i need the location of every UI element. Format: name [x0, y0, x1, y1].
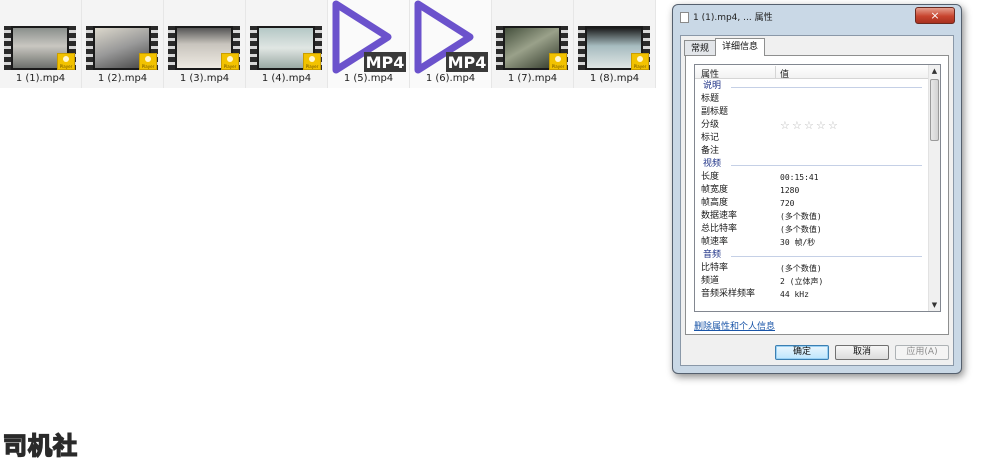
property-grid[interactable]: 属性 值 说明 标题 副标题 分级 ☆ ☆ ☆ ☆ ☆ 标记 备注 视频 长度 … [694, 64, 941, 312]
tab-general[interactable]: 常规 [684, 40, 717, 56]
rating-stars[interactable]: ☆ ☆ ☆ ☆ ☆ [780, 120, 839, 131]
star-icon[interactable]: ☆ [816, 120, 827, 131]
video-thumbnail [250, 26, 322, 70]
player-badge-icon [57, 53, 75, 70]
ok-button[interactable]: 确定 [775, 345, 829, 360]
video-thumbnail [4, 26, 76, 70]
remove-properties-link[interactable]: 删除属性和个人信息 [694, 319, 775, 332]
video-thumbnail [168, 26, 240, 70]
file-label: 1 (1).mp4 [15, 73, 66, 84]
file-item[interactable]: 1 (4).mp4 [246, 0, 328, 88]
scroll-up-icon[interactable]: ▲ [929, 65, 940, 77]
file-item[interactable]: 1 (7).mp4 [492, 0, 574, 88]
star-icon[interactable]: ☆ [828, 120, 839, 131]
file-item[interactable]: 1 (2).mp4 [82, 0, 164, 88]
property-row[interactable]: 备注 [695, 145, 928, 158]
grid-body: 说明 标题 副标题 分级 ☆ ☆ ☆ ☆ ☆ 标记 备注 视频 长度 00:15… [695, 80, 928, 311]
player-badge-icon [303, 53, 321, 70]
dialog-titlebar[interactable]: 1 (1).mp4, ... 属性 × [673, 5, 961, 31]
tab-bar: 常规 详细信息 [684, 38, 766, 56]
player-badge-icon [139, 53, 157, 70]
star-icon[interactable]: ☆ [780, 120, 791, 131]
player-badge-icon [549, 53, 567, 70]
property-row[interactable]: 帧速率 30 帧/秒 [695, 236, 928, 249]
property-row[interactable]: 音频采样频率 44 kHz [695, 288, 928, 301]
properties-dialog: 1 (1).mp4, ... 属性 × 常规 详细信息 属性 值 说明 标题 副… [672, 4, 962, 374]
video-thumbnail [578, 26, 650, 70]
property-row[interactable]: 频道 2 (立体声) [695, 275, 928, 288]
apply-button[interactable]: 应用(A) [895, 345, 949, 360]
property-row[interactable]: 标记 [695, 132, 928, 145]
property-row[interactable]: 总比特率 (多个数值) [695, 223, 928, 236]
property-row[interactable]: 帧宽度 1280 [695, 184, 928, 197]
cancel-button[interactable]: 取消 [835, 345, 889, 360]
file-label: 1 (4).mp4 [261, 73, 312, 84]
svg-text:MP4: MP4 [366, 53, 405, 72]
property-row[interactable]: 分级 ☆ ☆ ☆ ☆ ☆ [695, 119, 928, 132]
video-thumbnail [86, 26, 158, 70]
dialog-body: 常规 详细信息 属性 值 说明 标题 副标题 分级 ☆ ☆ ☆ ☆ ☆ 标记 备… [680, 35, 954, 366]
tab-details[interactable]: 详细信息 [715, 38, 766, 56]
svg-text:MP4: MP4 [448, 53, 487, 72]
file-item[interactable]: MP4 1 (5).mp4 [328, 0, 410, 88]
column-property[interactable]: 属性 [701, 67, 719, 80]
file-label: 1 (2).mp4 [97, 73, 148, 84]
mp4-play-icon: MP4 [414, 0, 488, 74]
file-item[interactable]: 1 (1).mp4 [0, 0, 82, 88]
video-thumbnail [496, 26, 568, 70]
column-value[interactable]: 值 [780, 67, 789, 80]
scroll-thumb[interactable] [930, 79, 939, 141]
property-row[interactable]: 长度 00:15:41 [695, 171, 928, 184]
close-button[interactable]: × [915, 7, 955, 24]
player-badge-icon [631, 53, 649, 70]
player-badge-icon [221, 53, 239, 70]
details-panel: 属性 值 说明 标题 副标题 分级 ☆ ☆ ☆ ☆ ☆ 标记 备注 视频 长度 … [685, 55, 949, 335]
document-icon [680, 12, 689, 23]
desktop: 1 (1).mp4 1 (2).mp4 1 (3).mp4 1 (4).mp4 [0, 0, 1000, 466]
watermark-logo: 司机社 [2, 431, 78, 461]
file-item[interactable]: 1 (3).mp4 [164, 0, 246, 88]
file-label: 1 (8).mp4 [589, 73, 640, 84]
star-icon[interactable]: ☆ [804, 120, 815, 131]
star-icon[interactable]: ☆ [792, 120, 803, 131]
file-label: 1 (6).mp4 [425, 73, 476, 84]
file-label: 1 (5).mp4 [343, 73, 394, 84]
file-item[interactable]: MP4 1 (6).mp4 [410, 0, 492, 88]
property-row[interactable]: 帧高度 720 [695, 197, 928, 210]
property-row[interactable]: 副标题 [695, 106, 928, 119]
vertical-scrollbar[interactable]: ▲ ▼ [928, 65, 940, 311]
dialog-buttons: 确定 取消 应用(A) [775, 345, 949, 360]
dialog-title: 1 (1).mp4, ... 属性 [693, 13, 773, 23]
mp4-play-icon: MP4 [332, 0, 406, 74]
file-label: 1 (7).mp4 [507, 73, 558, 84]
grid-header: 属性 值 [695, 65, 928, 80]
group-description: 说明 [695, 80, 928, 93]
scroll-down-icon[interactable]: ▼ [929, 299, 940, 311]
property-row[interactable]: 数据速率 (多个数值) [695, 210, 928, 223]
group-audio: 音频 [695, 249, 928, 262]
file-label: 1 (3).mp4 [179, 73, 230, 84]
property-row[interactable]: 标题 [695, 93, 928, 106]
file-item[interactable]: 1 (8).mp4 [574, 0, 656, 88]
group-video: 视频 [695, 158, 928, 171]
property-row[interactable]: 比特率 (多个数值) [695, 262, 928, 275]
file-list: 1 (1).mp4 1 (2).mp4 1 (3).mp4 1 (4).mp4 [0, 0, 656, 88]
